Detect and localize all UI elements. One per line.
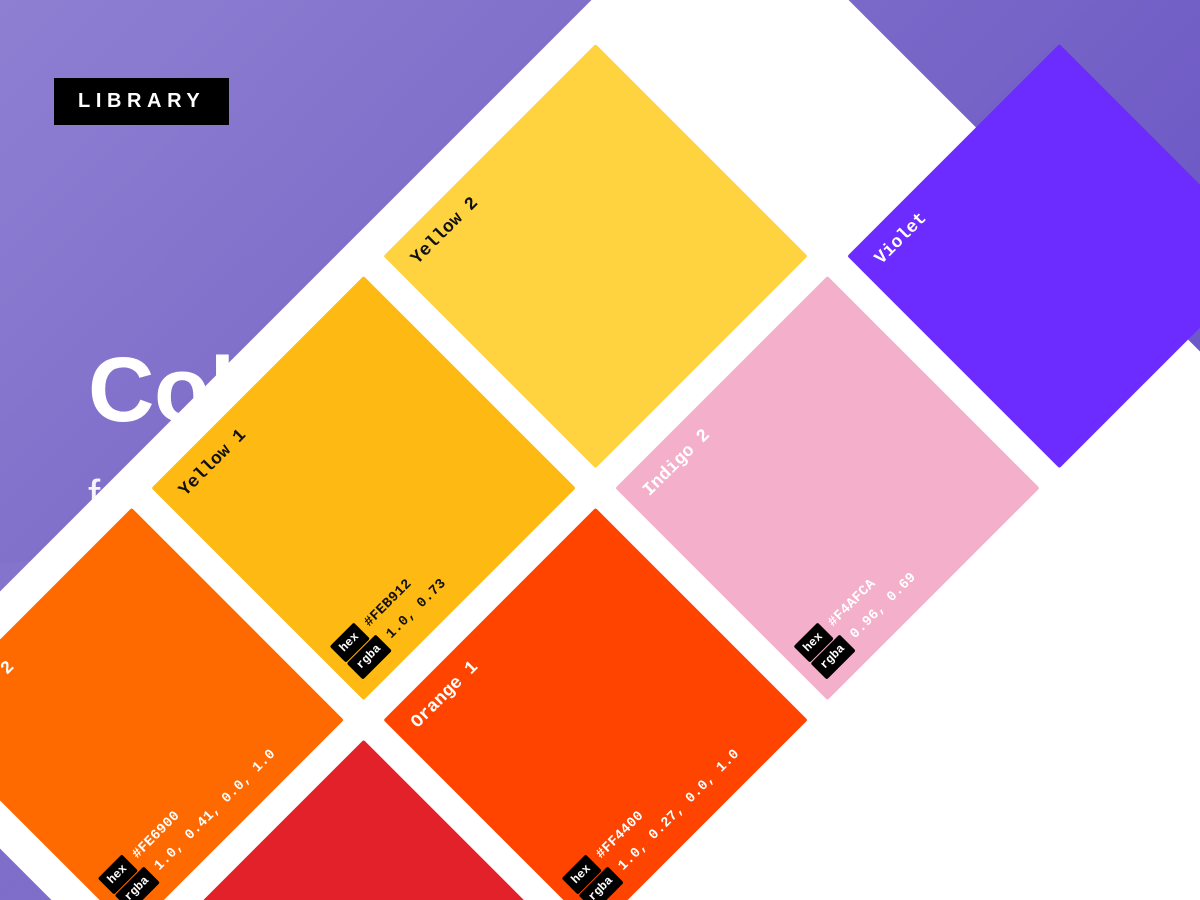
swatch-codes: hex#FF4400 rgba1.0, 0.27, 0.0, 1.0 — [562, 728, 747, 900]
library-badge-label: LIBRARY — [78, 90, 205, 112]
swatch-name: Yellow 2 — [407, 194, 482, 269]
swatch-name: Violet — [871, 209, 931, 269]
library-badge: LIBRARY — [54, 78, 229, 125]
swatch-codes: hex#F4AFCA rgba0.96, 0.69 — [794, 551, 924, 681]
swatch-name: Indigo 2 — [639, 426, 714, 501]
swatch-name: Orange 2 — [0, 657, 19, 732]
swatch-name: Yellow 1 — [176, 426, 251, 501]
swatch-codes: hex#FEB912 rgba1.0, 0.73 — [330, 557, 453, 680]
swatch-name: Orange 1 — [407, 657, 482, 732]
